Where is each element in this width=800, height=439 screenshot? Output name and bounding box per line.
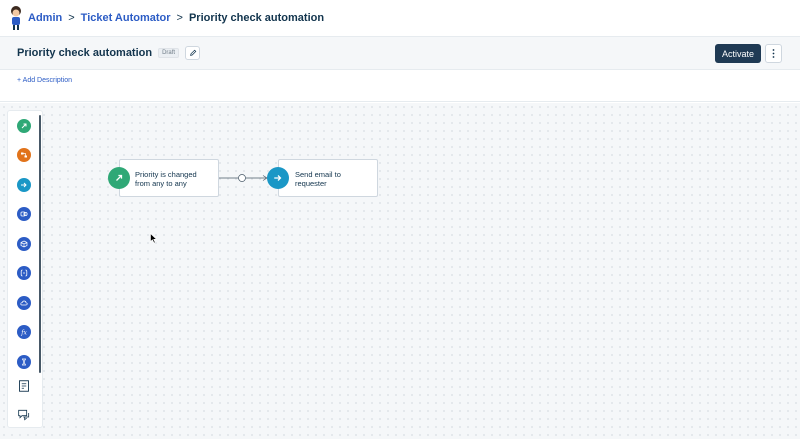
palette-scrollbar[interactable] — [39, 115, 41, 373]
trigger-node-line1: Priority is changed — [135, 170, 197, 179]
palette-function[interactable]: fx — [17, 325, 31, 339]
node-palette: fx — [7, 110, 43, 428]
app-action-icon — [20, 211, 28, 217]
action-icon — [21, 182, 27, 188]
palette-cloud[interactable] — [17, 296, 31, 310]
cloud-icon — [20, 300, 28, 306]
palette-action[interactable] — [17, 178, 31, 192]
breadcrumb: Admin > Ticket Automator > Priority chec… — [28, 12, 324, 24]
breadcrumb-admin[interactable]: Admin — [28, 12, 62, 24]
action-node-line2: requester — [295, 179, 327, 188]
page-title: Priority check automation — [17, 47, 153, 59]
json-parser-icon — [20, 269, 28, 277]
palette-timer[interactable] — [17, 355, 31, 369]
condition-icon — [21, 152, 27, 158]
breadcrumb-current: Priority check automation — [188, 12, 325, 24]
status-badge: Draft — [158, 48, 180, 58]
mouse-cursor-icon — [150, 233, 158, 244]
action-node[interactable]: Send email to requester — [278, 159, 378, 197]
palette-cube[interactable] — [17, 237, 31, 251]
function-icon: fx — [20, 329, 27, 336]
chat-icon — [18, 409, 30, 421]
palette-app-action[interactable] — [17, 207, 31, 221]
trigger-node-badge — [108, 167, 130, 189]
palette-template[interactable] — [17, 379, 31, 393]
vertical-dots-icon — [772, 49, 775, 58]
description-row: + Add Description — [0, 70, 800, 102]
breadcrumb-ticket-automator[interactable]: Ticket Automator — [81, 12, 171, 24]
cube-icon — [20, 240, 28, 248]
breadcrumb-separator: > — [68, 12, 75, 24]
breadcrumb-separator: > — [176, 12, 183, 24]
action-node-badge — [267, 167, 289, 189]
add-description-link[interactable]: + Add Description — [17, 77, 72, 84]
palette-condition[interactable] — [17, 148, 31, 162]
svg-text:fx: fx — [20, 329, 27, 336]
trigger-node-line2: from any to any — [135, 179, 187, 188]
edit-title-button[interactable] — [185, 46, 201, 60]
palette-json-parser[interactable] — [17, 266, 31, 280]
workflow-canvas[interactable]: fx Priority is changed from any to any S… — [0, 103, 800, 439]
palette-chat[interactable] — [17, 408, 31, 422]
template-icon — [19, 380, 29, 392]
event-trigger-icon — [21, 123, 27, 129]
arrow-trigger-icon — [116, 174, 123, 181]
palette-event-trigger[interactable] — [17, 119, 31, 133]
breadcrumb-bar: Admin > Ticket Automator > Priority chec… — [0, 0, 800, 37]
pencil-icon — [189, 49, 196, 56]
timer-icon — [22, 358, 26, 366]
avatar[interactable] — [8, 5, 24, 31]
trigger-node[interactable]: Priority is changed from any to any — [119, 159, 219, 197]
more-options-button[interactable] — [765, 44, 782, 63]
send-arrow-icon — [274, 175, 282, 181]
page-header: Priority check automation Draft Activate — [0, 37, 800, 70]
activate-button[interactable]: Activate — [715, 44, 761, 63]
action-node-line1: Send email to — [295, 170, 341, 179]
